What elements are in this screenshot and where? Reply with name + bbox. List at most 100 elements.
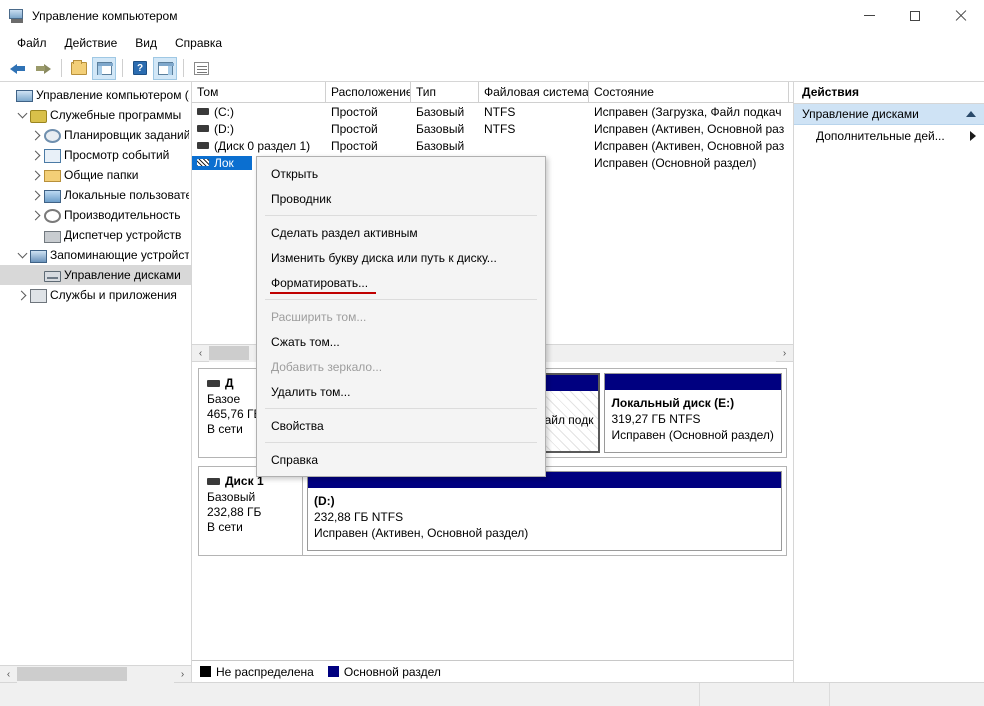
tree-horizontal-scrollbar[interactable]: ‹ › (0, 665, 191, 683)
table-row[interactable]: (Диск 0 раздел 1) Простой Базовый Исправен … (192, 137, 793, 154)
tree-item-storage[interactable]: Запоминающие устройст (0, 245, 191, 265)
performance-icon (44, 208, 61, 223)
volume-icon (197, 108, 209, 115)
maximize-button[interactable] (892, 0, 938, 31)
tree-item-local-users[interactable]: Локальные пользовате (0, 185, 191, 205)
tree-item-device-manager[interactable]: Диспетчер устройств (0, 225, 191, 245)
tree-item-computer-management[interactable]: Управление компьютером (л (0, 85, 191, 105)
title-bar: Управление компьютером (0, 0, 984, 31)
volume-cell-status: Исправен (Загрузка, Файл подкач (594, 104, 782, 119)
tree-scroll-track[interactable] (17, 665, 174, 683)
volume-cell-type: Базовый (416, 104, 465, 119)
minimize-button[interactable] (846, 0, 892, 31)
close-button[interactable] (938, 0, 984, 31)
volume-scroll-right-button[interactable]: › (776, 345, 793, 362)
tree-item-system-tools[interactable]: Служебные программы (0, 105, 191, 125)
legend-label: Основной раздел (343, 664, 441, 679)
table-row[interactable]: (C:) Простой Базовый NTFS Исправен (Загрузка… (192, 103, 793, 120)
tree-item-label: Просмотр событий (64, 148, 170, 162)
tree-item-task-scheduler[interactable]: Планировщик заданий (0, 125, 191, 145)
up-folder-icon[interactable] (67, 57, 91, 80)
actions-items: Дополнительные дей... (794, 125, 984, 147)
back-arrow-icon[interactable] (6, 57, 30, 80)
ctx-properties[interactable]: Свойства (257, 413, 545, 438)
chevron-right-icon[interactable] (28, 190, 44, 200)
context-menu-label: Расширить том... (271, 309, 367, 324)
volume-column-header[interactable]: Файловая система (479, 82, 589, 102)
tree-item-shared-folders[interactable]: Общие папки (0, 165, 191, 185)
partition-size: 232,88 ГБ NTFS (314, 510, 404, 524)
volume-column-header[interactable]: Тип (411, 82, 479, 102)
menu-action[interactable]: Действие (56, 33, 127, 53)
tree-item-label: Локальные пользовате (64, 188, 189, 202)
disk-type: Базовый (207, 490, 256, 504)
volume-cell-layout: Простой (331, 121, 378, 136)
show-hide-action-pane-icon[interactable] (153, 56, 177, 80)
collapse-chevron-icon[interactable] (966, 111, 976, 117)
tree-item-event-viewer[interactable]: Просмотр событий (0, 145, 191, 165)
volume-list-header[interactable]: Том Расположение Тип Файловая система Состоя… (192, 82, 793, 103)
properties-list-icon[interactable] (189, 57, 213, 80)
context-menu-label: Справка (271, 452, 319, 467)
actions-group-disk-management[interactable]: Управление дисками (794, 104, 984, 125)
partition-block[interactable]: (D:) 232,88 ГБ NTFS Исправен (Активен, Осн… (307, 471, 782, 551)
menu-file[interactable]: Файл (8, 33, 56, 53)
console-tree[interactable]: Управление компьютером (л Служебные прогр… (0, 82, 191, 665)
table-row[interactable]: (D:) Простой Базовый NTFS Исправен (Активен,… (192, 120, 793, 137)
tree-item-label: Управление дисками (64, 268, 181, 282)
chevron-down-icon[interactable] (14, 108, 30, 119)
submenu-arrow-icon[interactable] (970, 131, 976, 141)
chevron-right-icon[interactable] (28, 170, 44, 180)
volume-scroll-left-button[interactable]: ‹ (192, 345, 209, 362)
ctx-mark-partition-active[interactable]: Сделать раздел активным (257, 220, 545, 245)
volume-scroll-thumb[interactable] (209, 345, 249, 360)
status-segment-3 (830, 683, 984, 706)
chevron-right-icon[interactable] (14, 290, 30, 300)
annotation-underline (270, 292, 376, 294)
chevron-right-icon[interactable] (28, 150, 44, 160)
legend-swatch (327, 666, 339, 677)
show-hide-console-tree-icon[interactable] (92, 56, 116, 80)
tree-item-label: Управление компьютером (л (36, 88, 189, 102)
volume-cell-type: Базовый (416, 138, 465, 153)
tree-item-services-and-applications[interactable]: Службы и приложения (0, 285, 191, 305)
ctx-open[interactable]: Открыть (257, 161, 545, 186)
help-icon[interactable]: ? (128, 57, 152, 80)
volume-column-header[interactable]: Состояние (589, 82, 789, 102)
tree-scroll-right-button[interactable]: › (174, 666, 191, 683)
volume-cell-filesystem: NTFS (484, 121, 516, 136)
context-menu-separator (265, 442, 537, 443)
ctx-help[interactable]: Справка (257, 447, 545, 472)
disk-label[interactable]: Диск 1 Базовый 232,88 ГБ В сети (199, 467, 303, 555)
window-controls (846, 0, 984, 31)
ctx-format[interactable]: Форматировать... (257, 270, 545, 295)
volume-column-header[interactable]: Расположение (326, 82, 411, 102)
menu-help[interactable]: Справка (166, 33, 231, 53)
context-menu-label: Свойства (271, 418, 324, 433)
partition-block[interactable]: Локальный диск (E:) 319,27 ГБ NTFS Исправе… (604, 373, 782, 453)
services-icon (30, 288, 47, 303)
ctx-delete-volume[interactable]: Удалить том... (257, 379, 545, 404)
storage-icon (30, 249, 47, 263)
toolbar-separator-2 (122, 59, 123, 77)
disk-row[interactable]: Диск 1 Базовый 232,88 ГБ В сети (D:) 232,88 Г… (198, 466, 787, 556)
tree-item-performance[interactable]: Производительность (0, 205, 191, 225)
ctx-change-drive-letter[interactable]: Изменить букву диска или путь к диску... (257, 245, 545, 270)
tree-scroll-thumb[interactable] (17, 666, 127, 681)
legend: Не распределена Основной раздел (192, 660, 793, 682)
ctx-explore[interactable]: Проводник (257, 186, 545, 211)
ctx-shrink-volume[interactable]: Сжать том... (257, 329, 545, 354)
chevron-right-icon[interactable] (28, 130, 44, 140)
tree-scroll-left-button[interactable]: ‹ (0, 666, 17, 683)
computer-management-window: Управление компьютером Файл Действие Вид Сп… (0, 0, 984, 706)
volume-column-header[interactable]: Том (192, 82, 326, 102)
tree-item-disk-management[interactable]: Управление дисками (0, 265, 191, 285)
context-menu[interactable]: Открыть Проводник Сделать раздел активным И… (256, 156, 546, 477)
forward-arrow-icon[interactable] (31, 57, 55, 80)
chevron-down-icon[interactable] (14, 248, 30, 259)
menu-view[interactable]: Вид (126, 33, 166, 53)
volume-icon (197, 125, 209, 132)
action-more-actions[interactable]: Дополнительные дей... (794, 125, 984, 147)
partition-status: Исправен (Активен, Основной раздел) (314, 526, 529, 540)
chevron-right-icon[interactable] (28, 210, 44, 220)
